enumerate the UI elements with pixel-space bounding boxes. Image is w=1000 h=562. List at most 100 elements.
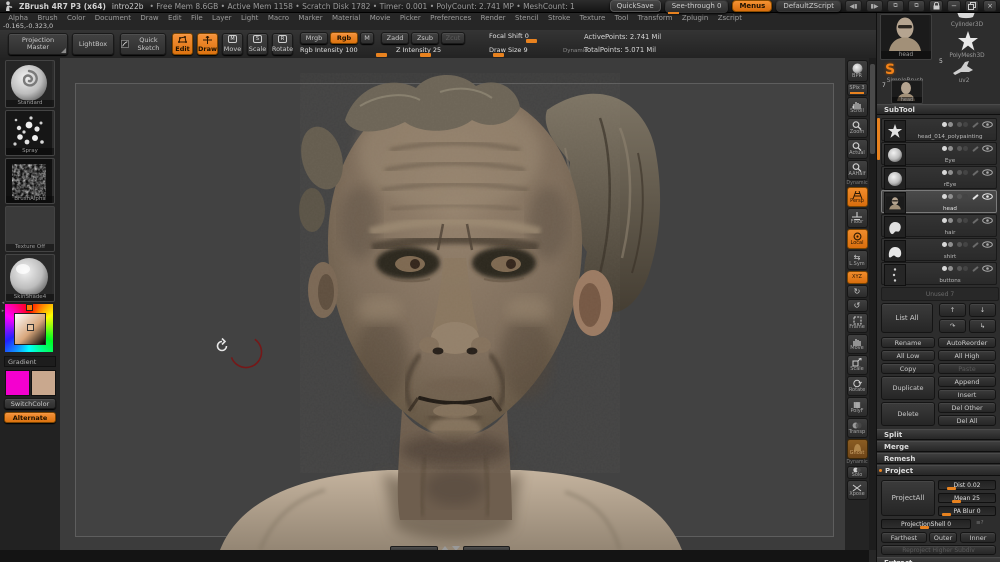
current-material-thumb[interactable]: SkinShade4	[5, 254, 55, 302]
spin-cw-button[interactable]: ↻	[847, 285, 868, 298]
inner-button[interactable]: Inner	[960, 532, 996, 543]
all-low-button[interactable]: All Low	[881, 350, 935, 361]
menu-item-transform[interactable]: Transform	[633, 14, 676, 22]
projection-shell-slider[interactable]: ProjectionShell 0	[881, 519, 971, 529]
uv2-thumb-icon[interactable]	[951, 60, 977, 76]
current-alpha-thumb[interactable]: BrushAlpha	[5, 158, 55, 204]
project-all-button[interactable]: ProjectAll	[881, 480, 935, 516]
polypaint-toggle-icon[interactable]	[942, 122, 954, 127]
dist-slider[interactable]: Dist 0.02	[938, 480, 996, 490]
del-other-button[interactable]: Del Other	[938, 402, 996, 413]
rgb-button[interactable]: Rgb	[330, 32, 358, 44]
right-tray-toggle-icon[interactable]: ▮▶	[866, 0, 883, 12]
xyz-button[interactable]: XYZ	[847, 271, 868, 284]
polymesh3d-label[interactable]: PolyMesh3D	[939, 53, 995, 59]
extract-section-header[interactable]: Extract	[877, 557, 1000, 562]
brush-toggle-icon[interactable]	[972, 193, 979, 199]
draw-size-slider[interactable]: Draw Size 9	[489, 46, 559, 54]
menu-item-document[interactable]: Document	[91, 14, 136, 22]
z-intensity-slider[interactable]: Z Intensity 25	[396, 46, 482, 54]
head2-thumb[interactable]: head	[891, 80, 923, 104]
visibility-eye-icon[interactable]	[982, 193, 993, 200]
spix-slider[interactable]: SPix 3	[847, 83, 868, 96]
uv-toggle-icon[interactable]	[957, 122, 969, 127]
switch-color-button[interactable]: SwitchColor	[4, 398, 56, 409]
see-through-slider[interactable]: See-through 0	[665, 0, 729, 13]
visibility-eye-icon[interactable]	[982, 169, 993, 176]
cylinder3d-thumb-icon[interactable]	[953, 12, 979, 21]
aahalf-button[interactable]: AAHalf	[847, 160, 868, 180]
current-brush-thumb[interactable]: Standard	[5, 60, 55, 108]
pa-blur-slider[interactable]: PA Blur 0	[938, 506, 996, 516]
menu-item-zplugin[interactable]: Zplugin	[678, 14, 713, 22]
visibility-eye-icon[interactable]	[982, 265, 993, 272]
actual-button[interactable]: Actual	[847, 139, 868, 159]
default-zscript-button[interactable]: DefaultZScript	[776, 0, 841, 12]
panel-scrollbar[interactable]	[869, 58, 876, 550]
delete-button[interactable]: Delete	[881, 402, 935, 426]
close-button[interactable]: ×	[983, 0, 997, 12]
brush-toggle-icon[interactable]	[972, 121, 979, 127]
uv-toggle-icon[interactable]	[957, 194, 969, 199]
polypaint-toggle-icon[interactable]	[942, 146, 954, 151]
frame-button[interactable]: Frame	[847, 313, 868, 333]
uv-toggle-icon[interactable]	[957, 218, 969, 223]
subtool-demote-button[interactable]: ↳	[969, 319, 996, 333]
subtool-row-reye[interactable]: rEye	[881, 166, 997, 189]
left-tray-toggle-icon[interactable]: ◀▮	[845, 0, 862, 12]
outer-button[interactable]: Outer	[929, 532, 957, 543]
sculpt-canvas[interactable]	[60, 58, 845, 550]
menu-item-material[interactable]: Material	[328, 14, 365, 22]
autoreorder-button[interactable]: AutoReorder	[938, 337, 996, 348]
zadd-button[interactable]: Zadd	[381, 32, 409, 44]
brush-toggle-icon[interactable]	[972, 265, 979, 271]
menu-item-marker[interactable]: Marker	[294, 14, 327, 22]
lightbox-button[interactable]: LightBox	[72, 33, 114, 55]
list-all-button[interactable]: List All	[881, 303, 933, 333]
quick-sketch-button[interactable]: Quick Sketch	[120, 33, 166, 55]
shell-mode-icons[interactable]: ≡?	[976, 520, 984, 526]
scale-canvas-button[interactable]: Scale	[847, 355, 868, 375]
visibility-eye-icon[interactable]	[982, 241, 993, 248]
menu-item-picker[interactable]: Picker	[396, 14, 425, 22]
subtool-row-hair[interactable]: hair	[881, 214, 997, 237]
split-section-header[interactable]: Split	[877, 429, 1000, 440]
gradient-toggle[interactable]: Gradient	[4, 356, 56, 367]
rotate-canvas-button[interactable]: Rotate	[847, 376, 868, 396]
edit-mode-button[interactable]: Edit	[172, 33, 193, 55]
insert-button[interactable]: Insert	[938, 389, 996, 400]
menu-item-movie[interactable]: Movie	[366, 14, 395, 22]
cylinder3d-label[interactable]: Cylinder3D	[939, 22, 995, 28]
subtool-row-buttons[interactable]: buttons	[881, 262, 997, 285]
active-tool-thumb[interactable]: head	[880, 14, 932, 60]
menu-item-layer[interactable]: Layer	[208, 14, 236, 22]
uv-toggle-icon[interactable]	[957, 266, 969, 271]
menu-item-color[interactable]: Color	[63, 14, 90, 22]
polypaint-toggle-icon[interactable]	[942, 266, 954, 271]
farthest-button[interactable]: Farthest	[881, 532, 927, 543]
subtool-row-head014[interactable]: head_014_polypainting	[881, 118, 997, 141]
append-button[interactable]: Append	[938, 376, 996, 387]
move-mode-button[interactable]: MMove	[222, 33, 243, 55]
brush-toggle-icon[interactable]	[972, 241, 979, 247]
menu-item-zscript[interactable]: Zscript	[714, 14, 747, 22]
restore-config-icon[interactable]: ⧉	[908, 0, 925, 12]
polypaint-toggle-icon[interactable]	[942, 170, 954, 175]
mrgb-button[interactable]: Mrgb	[300, 32, 328, 44]
secondary-color-swatch[interactable]	[31, 370, 56, 396]
floor-button[interactable]: Floor	[847, 208, 868, 228]
move-canvas-button[interactable]: Move	[847, 334, 868, 354]
project-section-header[interactable]: Project	[877, 465, 1000, 476]
paste-button[interactable]: Paste	[938, 363, 996, 374]
menu-item-stroke[interactable]: Stroke	[544, 14, 575, 22]
visibility-eye-icon[interactable]	[982, 145, 993, 152]
menu-item-draw[interactable]: Draw	[136, 14, 163, 22]
alternate-button[interactable]: Alternate	[4, 412, 56, 423]
uv-toggle-icon[interactable]	[957, 242, 969, 247]
mean-slider[interactable]: Mean 25	[938, 493, 996, 503]
polypaint-toggle-icon[interactable]	[942, 194, 954, 199]
menus-toggle-button[interactable]: Menus	[732, 0, 772, 12]
brush-toggle-icon[interactable]	[972, 169, 979, 175]
polypaint-toggle-icon[interactable]	[942, 242, 954, 247]
uv-toggle-icon[interactable]	[957, 146, 969, 151]
